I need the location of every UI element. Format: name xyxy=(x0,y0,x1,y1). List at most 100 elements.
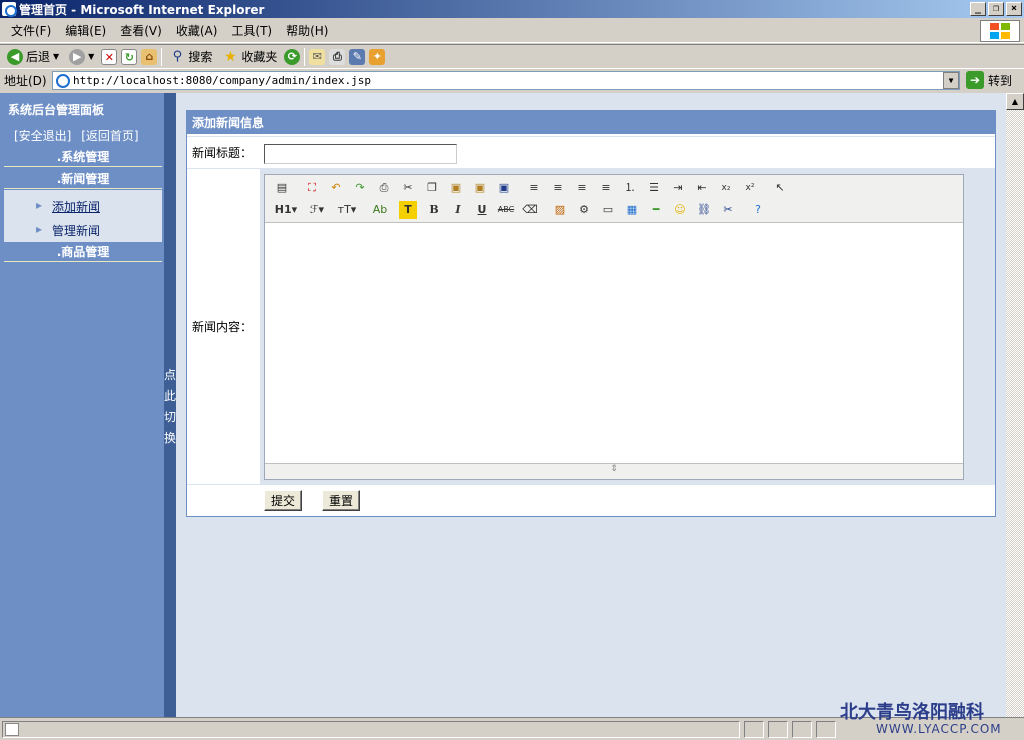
indent-icon[interactable]: ⇥ xyxy=(669,179,687,197)
window-titlebar: 管理首页 - Microsoft Internet Explorer _ ❐ × xyxy=(0,0,1024,18)
menu-tools[interactable]: 工具(T) xyxy=(224,22,279,39)
menu-help[interactable]: 帮助(H) xyxy=(279,22,335,39)
search-icon: ⚲ xyxy=(172,48,183,64)
watermark-text: 北大青鸟洛阳融科 xyxy=(840,702,984,723)
align-center-icon[interactable]: ≡ xyxy=(549,179,567,197)
align-left-icon[interactable]: ≡ xyxy=(525,179,543,197)
help-icon[interactable]: ? xyxy=(749,201,767,219)
sidebar-link-manage-news[interactable]: 管理新闻 xyxy=(36,222,100,239)
minimize-button[interactable]: _ xyxy=(970,2,986,16)
copy-icon[interactable]: ❐ xyxy=(423,179,441,197)
paste-text-icon[interactable]: ▣ xyxy=(471,179,489,197)
reset-button[interactable]: 重置 xyxy=(322,490,361,511)
refresh-icon[interactable]: ↻ xyxy=(121,48,138,65)
font-size-icon[interactable]: тT▾ xyxy=(335,201,359,219)
rich-text-editor[interactable]: ▤ ⛶ ↶ ↷ ⎙ ✂ ❐ ▣ ▣ ▣ ≡ ≡ ≡ ≡ ⒈ ☰ ⇥ ⇤ x₂ x… xyxy=(264,174,964,480)
go-button[interactable]: ➔ 转到 xyxy=(966,71,1012,89)
eraser-icon[interactable]: ⌫ xyxy=(521,201,539,219)
forward-button[interactable]: ▶ ▼ xyxy=(66,47,97,67)
address-dropdown[interactable]: ▼ xyxy=(943,72,959,89)
star-icon: ★ xyxy=(224,48,237,65)
unordered-list-icon[interactable]: ☰ xyxy=(645,179,663,197)
sidebar-toggle[interactable]: 点 此 切 换 xyxy=(164,93,176,717)
outdent-icon[interactable]: ⇤ xyxy=(693,179,711,197)
sidebar-title: 系统后台管理面板 xyxy=(8,103,105,117)
image-icon[interactable]: ▨ xyxy=(551,201,569,219)
favorites-button[interactable]: ★ 收藏夹 xyxy=(219,47,280,67)
address-url: http://localhost:8080/company/admin/inde… xyxy=(73,74,372,87)
title-label: 新闻标题： xyxy=(192,146,253,160)
font-family-icon[interactable]: ℱ▾ xyxy=(305,201,329,219)
emoticon-icon[interactable]: ☺ xyxy=(671,201,689,219)
paste-icon[interactable]: ▣ xyxy=(447,179,465,197)
editor-resize-handle[interactable]: ⇕ xyxy=(265,463,963,479)
subscript-icon[interactable]: x₂ xyxy=(717,179,735,197)
highlight-icon[interactable]: T xyxy=(399,201,417,219)
home-icon[interactable]: ⌂ xyxy=(141,48,158,65)
forward-arrow-icon: ▶ xyxy=(69,48,86,65)
back-button[interactable]: ◀ 后退 ▼ xyxy=(4,47,62,67)
sidebar-item-products[interactable]: .商品管理 xyxy=(4,242,162,262)
watermark-url: WWW.LYACCP.COM xyxy=(876,722,1002,736)
editor-toolbar: ▤ ⛶ ↶ ↷ ⎙ ✂ ❐ ▣ ▣ ▣ ≡ ≡ ≡ ≡ ⒈ ☰ ⇥ ⇤ x₂ x… xyxy=(265,175,963,223)
paste-word-icon[interactable]: ▣ xyxy=(495,179,513,197)
table-icon[interactable]: ▦ xyxy=(623,201,641,219)
select-all-icon[interactable]: ↖ xyxy=(771,179,789,197)
restore-button[interactable]: ❐ xyxy=(988,2,1004,16)
address-label: 地址(D) xyxy=(4,74,47,88)
messenger-icon[interactable]: ✦ xyxy=(369,48,386,65)
sidebar: 系统后台管理面板 [安全退出] [返回首页] .系统管理 .新闻管理 添加新闻 … xyxy=(0,93,164,717)
title-row: 新闻标题： xyxy=(187,136,995,168)
bold-icon[interactable]: B xyxy=(425,201,443,219)
toolbar: ◀ 后退 ▼ ▶ ▼ ✕ ↻ ⌂ ⚲ 搜索 ★ 收藏夹 ⟳ ✉ ⎙ ✎ ✦ xyxy=(0,44,1024,69)
hr-icon[interactable]: ━ xyxy=(647,201,665,219)
menu-favorites[interactable]: 收藏(A) xyxy=(169,22,225,39)
content-row: 新闻内容： ▤ ⛶ ↶ ↷ ⎙ ✂ ❐ ▣ ▣ ▣ ≡ ≡ ≡ ≡ ⒈ ☰ ⇥ … xyxy=(187,168,995,485)
news-title-input[interactable] xyxy=(264,144,457,164)
home-link[interactable]: [返回首页] xyxy=(81,129,138,143)
undo-icon[interactable]: ↶ xyxy=(327,179,345,197)
buttons-row: 提交 重置 xyxy=(187,484,995,516)
sidebar-item-news[interactable]: .新闻管理 xyxy=(4,169,162,189)
mail-icon[interactable]: ✉ xyxy=(309,48,326,65)
flash-icon[interactable]: ⚙ xyxy=(575,201,593,219)
sidebar-links: [安全退出] [返回首页] xyxy=(14,127,139,144)
sidebar-link-add-news[interactable]: 添加新闻 xyxy=(36,198,100,215)
edit-icon[interactable]: ✎ xyxy=(349,48,366,65)
menu-edit[interactable]: 编辑(E) xyxy=(58,22,113,39)
source-icon[interactable]: ▤ xyxy=(273,179,291,197)
fullscreen-icon[interactable]: ⛶ xyxy=(303,179,321,197)
menu-file[interactable]: 文件(F) xyxy=(4,22,58,39)
justify-icon[interactable]: ≡ xyxy=(597,179,615,197)
italic-icon[interactable]: I xyxy=(449,201,467,219)
history-icon[interactable]: ⟳ xyxy=(284,48,301,65)
heading-icon[interactable]: H1▾ xyxy=(273,201,299,219)
address-input[interactable]: http://localhost:8080/company/admin/inde… xyxy=(52,71,960,90)
unlink-icon[interactable]: ✂ xyxy=(719,201,737,219)
window-title: 管理首页 - Microsoft Internet Explorer xyxy=(19,2,265,17)
menubar: 文件(F) 编辑(E) 查看(V) 收藏(A) 工具(T) 帮助(H) xyxy=(0,19,1024,43)
print-icon[interactable]: ⎙ xyxy=(375,179,393,197)
superscript-icon[interactable]: x² xyxy=(741,179,759,197)
submit-button[interactable]: 提交 xyxy=(264,490,303,511)
logout-link[interactable]: [安全退出] xyxy=(14,129,71,143)
close-button[interactable]: × xyxy=(1006,2,1022,16)
scroll-up-button[interactable]: ▲ xyxy=(1006,93,1024,110)
text-color-icon[interactable]: Ab xyxy=(371,201,389,219)
panel-heading: 添加新闻信息 xyxy=(187,111,995,135)
ordered-list-icon[interactable]: ⒈ xyxy=(621,179,639,197)
menu-view[interactable]: 查看(V) xyxy=(113,22,169,39)
search-button[interactable]: ⚲ 搜索 xyxy=(166,47,215,67)
go-arrow-icon: ➔ xyxy=(966,71,984,89)
cut-icon[interactable]: ✂ xyxy=(399,179,417,197)
link-icon[interactable]: ⛓ xyxy=(695,201,713,219)
underline-icon[interactable]: U xyxy=(473,201,491,219)
print-icon[interactable]: ⎙ xyxy=(329,48,346,65)
sidebar-item-system[interactable]: .系统管理 xyxy=(4,147,162,167)
stop-icon[interactable]: ✕ xyxy=(101,48,118,65)
media-icon[interactable]: ▭ xyxy=(599,201,617,219)
align-right-icon[interactable]: ≡ xyxy=(573,179,591,197)
redo-icon[interactable]: ↷ xyxy=(351,179,369,197)
vertical-scrollbar[interactable]: ▲ xyxy=(1006,93,1024,717)
strikethrough-icon[interactable]: ABC xyxy=(497,201,515,219)
